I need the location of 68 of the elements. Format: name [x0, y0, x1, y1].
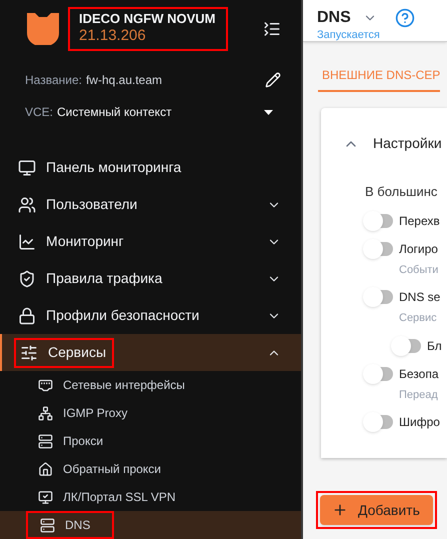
submenu-label: Обратный прокси — [63, 461, 162, 478]
add-button[interactable]: Добавить — [320, 495, 433, 525]
submenu-label: Прокси — [63, 433, 104, 450]
submenu-label: DNS — [65, 517, 90, 534]
menu-label: Мониторинг — [46, 232, 124, 251]
sliders-icon — [20, 344, 38, 362]
toggle-switch[interactable] — [365, 415, 393, 429]
home-icon — [38, 462, 53, 476]
name-value: fw-hq.au.team — [86, 72, 162, 89]
product-name: IDECO NGFW NOVUM — [79, 11, 216, 28]
option-label: DNS se — [399, 289, 440, 306]
menu-item[interactable]: Панель мониторинга — [0, 149, 301, 186]
caret-icon[interactable] — [264, 110, 273, 114]
edit-icon[interactable] — [265, 72, 281, 88]
chart-icon — [18, 232, 36, 250]
network-icon — [38, 406, 53, 420]
submenu-item[interactable]: Прокси — [0, 427, 301, 455]
menu-label: Пользователи — [46, 195, 138, 214]
submenu-label: Сетевые интерфейсы — [63, 377, 185, 394]
server-icon — [38, 434, 53, 448]
menu-item[interactable]: Сервисы — [0, 334, 301, 371]
toggle-switch[interactable] — [365, 214, 393, 228]
submenu-item[interactable]: Сетевые интерфейсы — [0, 371, 301, 399]
menu-label: Сервисы — [48, 343, 106, 362]
option-description: Сервис — [398, 311, 438, 326]
submenu-item[interactable]: ЛК/Портал SSL VPN — [0, 483, 301, 511]
submenu-item[interactable]: Обратный прокси — [0, 455, 301, 483]
users-icon — [18, 196, 36, 214]
menu-item[interactable]: Правила трафика — [0, 260, 301, 297]
menu-item[interactable]: Мониторинг — [0, 223, 301, 260]
shield-icon — [18, 270, 36, 288]
menu-item[interactable]: Пользователи — [0, 186, 301, 223]
intro-text: В большинс — [365, 183, 438, 201]
version-text: 21.13.206 — [79, 27, 147, 46]
collapse-icon[interactable] — [263, 20, 281, 38]
menu-label: Профили безопасности — [46, 306, 200, 325]
section-title: Настройки — [373, 134, 442, 153]
submenu-label: ЛК/Портал SSL VPN — [63, 489, 176, 506]
lock-icon — [18, 306, 36, 324]
help-icon[interactable] — [394, 8, 415, 28]
option-description: Событи — [398, 262, 440, 278]
logo-icon — [25, 10, 61, 46]
option-description: Переад — [398, 388, 439, 402]
option-label: Перехв — [399, 212, 440, 230]
port-icon — [38, 378, 53, 392]
server-icon — [40, 518, 55, 532]
submenu-item[interactable]: IGMP Proxy — [0, 399, 301, 427]
option-label: Шифро — [399, 414, 440, 431]
menu-label: Панель мониторинга — [46, 158, 182, 177]
toggle-switch[interactable] — [393, 338, 421, 352]
option-label: Бл — [427, 338, 442, 354]
toggle-switch[interactable] — [365, 242, 393, 256]
menu-item[interactable]: Профили безопасности — [0, 297, 301, 334]
monitor-icon — [38, 490, 53, 504]
submenu-label: IGMP Proxy — [63, 405, 128, 422]
vce-value: Системный контекст — [57, 104, 172, 121]
toggle-switch[interactable] — [365, 366, 393, 380]
menu-label: Правила трафика — [46, 269, 162, 288]
option-label: Логиро — [399, 240, 438, 258]
status-text: Запускается — [317, 30, 381, 41]
option-label: Безопа — [399, 366, 438, 382]
monitor-icon — [18, 158, 36, 176]
vce-label: VCE: — [25, 104, 54, 121]
page-title: DNS — [317, 8, 351, 28]
plus-icon — [332, 502, 348, 518]
toggle-switch[interactable] — [365, 290, 393, 304]
name-label: Название: — [25, 72, 82, 89]
submenu-item[interactable]: DNS — [0, 511, 301, 539]
